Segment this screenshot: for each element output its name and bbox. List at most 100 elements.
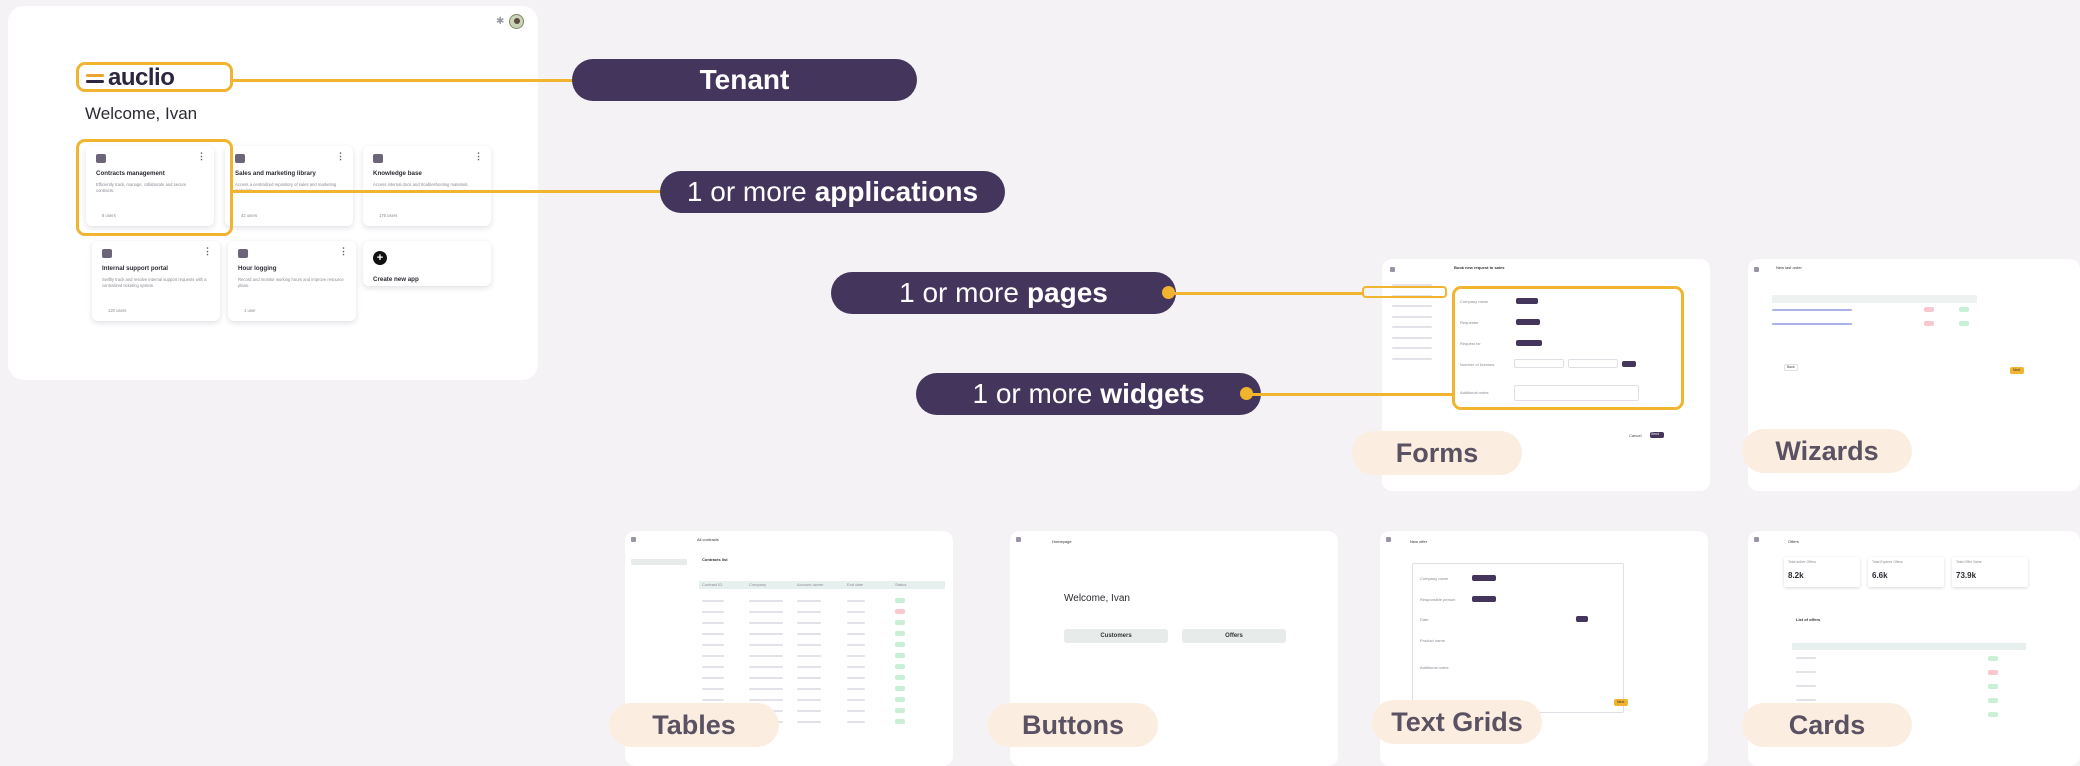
text-grids-tag: Text Grids [1372,700,1542,744]
app-card-users: 176 users [379,213,398,218]
back-button[interactable]: Back [1787,365,1795,369]
logo-icon [1016,537,1021,542]
widgets-pill: 1 or more widgets [916,373,1261,415]
page-highlight [1362,286,1447,298]
customers-button[interactable]: Customers [1064,629,1168,643]
status-badge [895,620,905,625]
send-button[interactable]: Send [1651,432,1659,436]
cards-list-title: List of offers [1796,617,1821,622]
widgets-connector [1250,393,1452,396]
status-badge [895,598,905,603]
next-button[interactable]: Next [1617,700,1624,704]
app-card-title: Internal support portal [102,265,169,272]
status-badge [895,719,905,724]
buttons-welcome: Welcome, Ivan [1064,593,1130,604]
cards-title: Offers [1788,539,1799,544]
app-card-users: 42 users [241,213,258,218]
logo-icon [631,537,636,542]
next-button[interactable]: Next [2013,368,2020,372]
field-label: Additional notes [1420,665,1449,670]
status-badge [895,642,905,647]
more-menu-icon[interactable]: ⋮ [203,246,212,257]
applications-connector [233,190,683,193]
app-card-support-portal[interactable]: ⋮ Internal support portal Swiftly track … [92,241,220,321]
app-card-sales-library[interactable]: ⋮ Sales and marketing library Access a c… [225,146,353,226]
more-menu-icon[interactable]: ⋮ [339,246,348,257]
applications-bold: applications [814,176,979,207]
field-label: Responsible person [1420,597,1456,602]
pages-connector [1172,292,1362,295]
forms-tag: Forms [1352,431,1522,475]
app-card-hour-logging[interactable]: ⋮ Hour logging Record and monitor workin… [228,241,356,321]
col-header: Status [895,582,907,587]
logo-icon [1754,267,1759,272]
widget-highlight [1452,286,1684,410]
widgets-connector-dot [1240,387,1253,400]
widgets-prefix: 1 or more [972,378,1093,409]
wizards-title: New last order [1776,265,1802,270]
table-row[interactable] [699,619,945,627]
buttons-page-title: Homepage [1052,539,1072,544]
table-row[interactable] [699,597,945,605]
cards-tag: Cards [1742,703,1912,747]
avatar[interactable] [509,14,525,29]
col-header: Company [749,582,767,587]
stat-label: Total Expired Offers [1872,560,1903,564]
table-row[interactable] [699,674,945,682]
logo-icon [1390,267,1395,272]
field-label: Date [1420,617,1429,622]
stat-value: 6.6k [1872,571,1888,580]
app-card-desc: Record and monitor working hours and imp… [238,277,344,288]
col-header: Account owner [797,582,824,587]
text-grids-title: New offer [1410,539,1428,544]
app-card-title: Hour logging [238,265,277,272]
pages-pill: 1 or more pages [831,272,1176,314]
forms-title: Book new request to sales [1454,265,1505,270]
application-highlight [76,139,233,236]
app-card-users: 120 users [108,308,127,313]
pages-bold: pages [1026,277,1108,308]
cancel-button[interactable]: Cancel [1629,433,1641,438]
status-badge [895,708,905,713]
more-menu-icon[interactable]: ⋮ [474,151,483,162]
logo-icon [1386,537,1391,542]
status-badge [895,664,905,669]
offers-button[interactable]: Offers [1182,629,1286,643]
stat-value: 73.9k [1956,571,1977,580]
table-row[interactable] [699,663,945,671]
app-card-knowledge-base[interactable]: ⋮ Knowledge base Access internal docs an… [363,146,491,226]
tables-title: All contracts [697,537,719,542]
app-card-desc: Swiftly track and resolve internal suppo… [102,277,207,288]
tables-subtitle: Contracts list [702,557,728,562]
table-row[interactable] [699,685,945,693]
tenant-connector [233,79,603,82]
wizards-tag: Wizards [1742,429,1912,473]
status-badge [895,686,905,691]
status-badge [895,609,905,614]
table-row[interactable] [699,641,945,649]
create-app-label: Create new app [373,276,419,283]
app-card-title: Knowledge base [373,170,422,177]
pages-prefix: 1 or more [899,277,1019,308]
tenant-pill: Tenant [572,59,917,101]
tenant-label: Tenant [699,64,790,95]
col-header: Contract ID [702,582,723,587]
applications-pill: 1 or more applications [660,171,1005,213]
field-label: Company name [1420,576,1449,581]
table-row[interactable] [699,652,945,660]
knowledge-icon [373,154,383,163]
gear-icon[interactable]: ✱ [496,16,504,27]
col-header: End date [847,582,864,587]
table-row[interactable] [699,630,945,638]
status-badge [895,697,905,702]
buttons-tag: Buttons [988,703,1158,747]
applications-prefix: 1 or more [686,176,807,207]
stat-label: Total active Offers [1788,560,1816,564]
stat-value: 8.2k [1788,571,1804,580]
tables-tag: Tables [609,703,779,747]
app-card-desc: Access internal docs and troubleshooting… [373,182,469,187]
app-card-create-new[interactable]: + Create new app [363,241,491,286]
more-menu-icon[interactable]: ⋮ [336,151,345,162]
stat-label: Total Offer Value [1956,560,1982,564]
table-row[interactable] [699,608,945,616]
